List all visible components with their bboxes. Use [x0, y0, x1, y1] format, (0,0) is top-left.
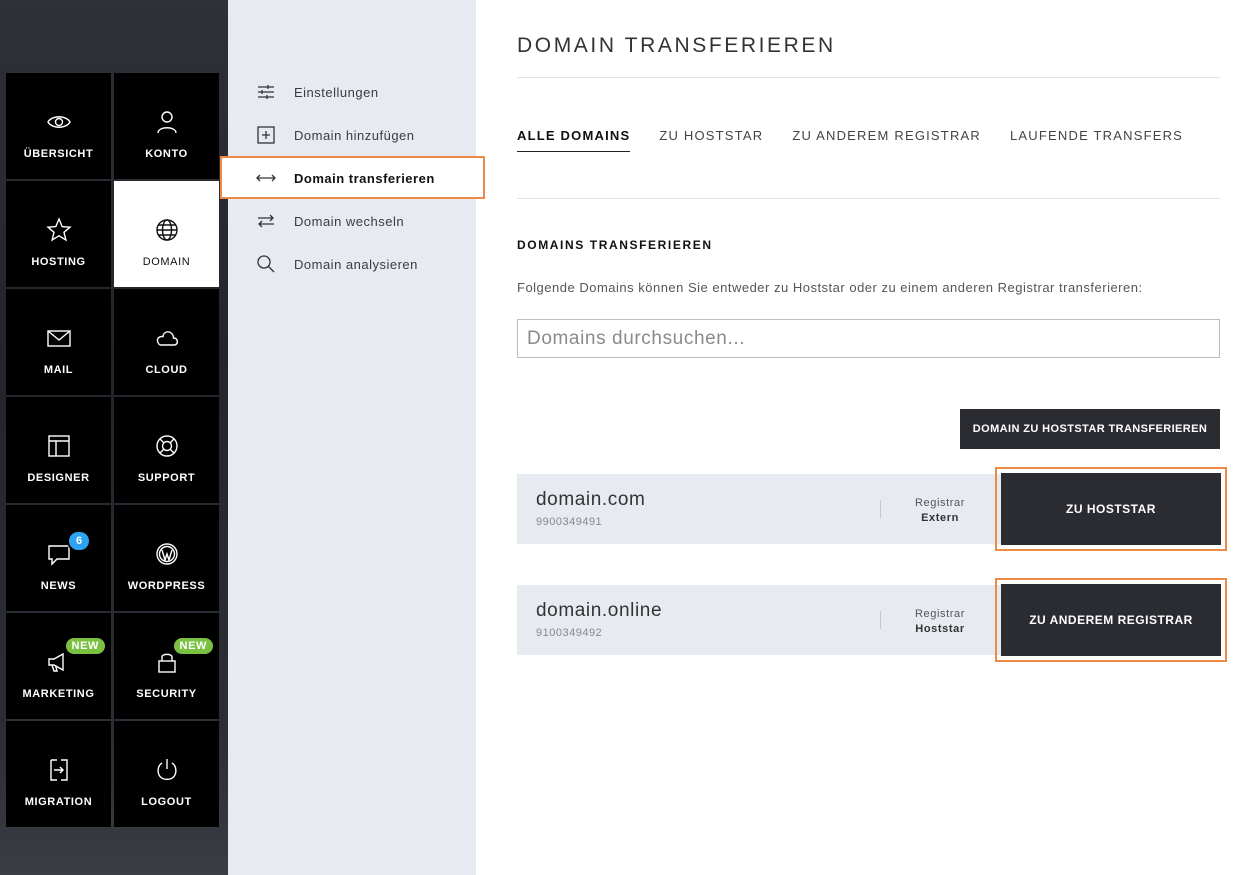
- zu-anderem-registrar-button[interactable]: ZU ANDEREM REGISTRAR: [1001, 584, 1221, 656]
- envelope-icon: [46, 330, 71, 347]
- submenu-item-domain-hinzufuegen[interactable]: Domain hinzufügen: [256, 125, 415, 145]
- news-count-badge: 6: [67, 530, 91, 552]
- nav-tile-support[interactable]: SUPPORT: [114, 397, 219, 503]
- nav-tile-konto[interactable]: KONTO: [114, 73, 219, 179]
- tab-laufende-transfers[interactable]: LAUFENDE TRANSFERS: [1010, 128, 1183, 152]
- nav-tile-label: MIGRATION: [24, 796, 93, 808]
- domain-row: domain.com 9900349491 Registrar Extern Z…: [517, 467, 1227, 551]
- submenu-item-domain-analysieren[interactable]: Domain analysieren: [256, 254, 418, 274]
- globe-icon: [155, 219, 178, 241]
- registrar-label: Registrar: [914, 608, 966, 620]
- domain-row: domain.online 9100349492 Registrar Hosts…: [517, 578, 1227, 662]
- page-title: DOMAIN TRANSFERIEREN: [517, 34, 836, 57]
- transfer-to-hoststar-button[interactable]: DOMAIN ZU HOSTSTAR TRANSFERIEREN: [960, 409, 1220, 449]
- star-icon: [45, 217, 72, 242]
- submenu-item-einstellungen[interactable]: Einstellungen: [256, 82, 379, 102]
- section-description: Folgende Domains können Sie entweder zu …: [517, 280, 1143, 295]
- nav-tile-logout[interactable]: LOGOUT: [114, 721, 219, 827]
- submenu-item-domain-wechseln[interactable]: Domain wechseln: [256, 211, 404, 231]
- domain-id: 9900349491: [536, 516, 603, 528]
- nav-tile-label: MAIL: [43, 364, 74, 376]
- domain-search-input[interactable]: [517, 319, 1220, 358]
- submenu-item-label: Domain hinzufügen: [294, 127, 415, 143]
- tab-zu-anderem-registrar[interactable]: ZU ANDEREM REGISTRAR: [792, 128, 981, 152]
- lifebuoy-icon: [155, 435, 178, 457]
- nav-tile-uebersicht[interactable]: ÜBERSICHT: [6, 73, 111, 179]
- nav-tile-label: DOMAIN: [142, 256, 191, 268]
- power-icon: [156, 759, 177, 781]
- nav-tile-label: ÜBERSICHT: [23, 148, 94, 160]
- plus-square-icon: [257, 126, 275, 144]
- tab-alle-domains[interactable]: ALLE DOMAINS: [517, 128, 631, 152]
- nav-tile-migration[interactable]: MIGRATION: [6, 721, 111, 827]
- cloud-icon: [156, 331, 178, 346]
- nav-tile-label: WORDPRESS: [127, 580, 206, 592]
- action-highlight: ZU HOSTSTAR: [995, 467, 1227, 551]
- swap-icon: [258, 214, 274, 228]
- nav-tile-label: MARKETING: [22, 688, 95, 700]
- new-badge: NEW: [65, 638, 105, 654]
- tabs: ALLE DOMAINS ZU HOSTSTAR ZU ANDEREM REGI…: [517, 128, 1212, 152]
- domain-name: domain.com: [536, 489, 646, 510]
- wordpress-icon: [155, 543, 178, 565]
- nav-tile-label: HOSTING: [31, 256, 86, 268]
- lock-icon: [157, 653, 176, 673]
- user-icon: [156, 111, 177, 134]
- registrar-label: Registrar: [914, 497, 966, 509]
- submenu-item-label: Domain wechseln: [294, 213, 405, 229]
- layout-icon: [47, 435, 70, 457]
- sliders-icon: [258, 85, 274, 99]
- domain-name: domain.online: [536, 600, 663, 621]
- tab-zu-hoststar[interactable]: ZU HOSTSTAR: [659, 128, 763, 152]
- nav-tile-label: NEWS: [40, 580, 77, 592]
- main-nav-rail: ÜBERSICHT KONTO HOSTING DOMAIN MAIL CLOU…: [0, 0, 228, 875]
- nav-tile-designer[interactable]: DESIGNER: [6, 397, 111, 503]
- submenu-item-label: Einstellungen: [294, 84, 379, 100]
- nav-tile-news[interactable]: 6 NEWS: [6, 505, 111, 611]
- submenu-item-domain-transferieren[interactable]: Domain transferieren: [256, 168, 435, 188]
- nav-tile-mail[interactable]: MAIL: [6, 289, 111, 395]
- nav-tile-marketing[interactable]: NEW MARKETING: [6, 613, 111, 719]
- eye-icon: [46, 116, 71, 128]
- registrar-value: Hoststar: [915, 623, 965, 635]
- megaphone-icon: [47, 652, 64, 672]
- nav-tile-label: DESIGNER: [27, 472, 90, 484]
- nav-tile-label: CLOUD: [145, 364, 188, 376]
- nav-tile-label: SUPPORT: [137, 472, 196, 484]
- nav-tile-cloud[interactable]: CLOUD: [114, 289, 219, 395]
- nav-tile-domain[interactable]: DOMAIN: [114, 181, 219, 287]
- divider: [880, 611, 881, 629]
- new-badge: NEW: [173, 638, 213, 654]
- section-title: DOMAINS TRANSFERIEREN: [517, 238, 713, 252]
- nav-tile-wordpress[interactable]: WORDPRESS: [114, 505, 219, 611]
- divider: [517, 198, 1220, 199]
- main-nav-grid: ÜBERSICHT KONTO HOSTING DOMAIN MAIL CLOU…: [6, 73, 220, 827]
- registrar-value: Extern: [921, 512, 959, 524]
- divider: [880, 500, 881, 518]
- action-highlight: ZU ANDEREM REGISTRAR: [995, 578, 1227, 662]
- migration-icon: [49, 759, 68, 781]
- submenu-item-label: Domain analysieren: [294, 256, 418, 272]
- domain-id: 9100349492: [536, 627, 603, 639]
- nav-tile-label: LOGOUT: [141, 796, 192, 808]
- zu-hoststar-button[interactable]: ZU HOSTSTAR: [1001, 473, 1221, 545]
- nav-tile-hosting[interactable]: HOSTING: [6, 181, 111, 287]
- search-icon: [257, 255, 275, 273]
- submenu-item-label: Domain transferieren: [294, 170, 435, 186]
- nav-tile-security[interactable]: NEW SECURITY: [114, 613, 219, 719]
- nav-tile-label: SECURITY: [136, 688, 197, 700]
- nav-tile-label: KONTO: [145, 148, 188, 160]
- arrows-horizontal-icon: [256, 174, 276, 182]
- divider: [517, 77, 1220, 78]
